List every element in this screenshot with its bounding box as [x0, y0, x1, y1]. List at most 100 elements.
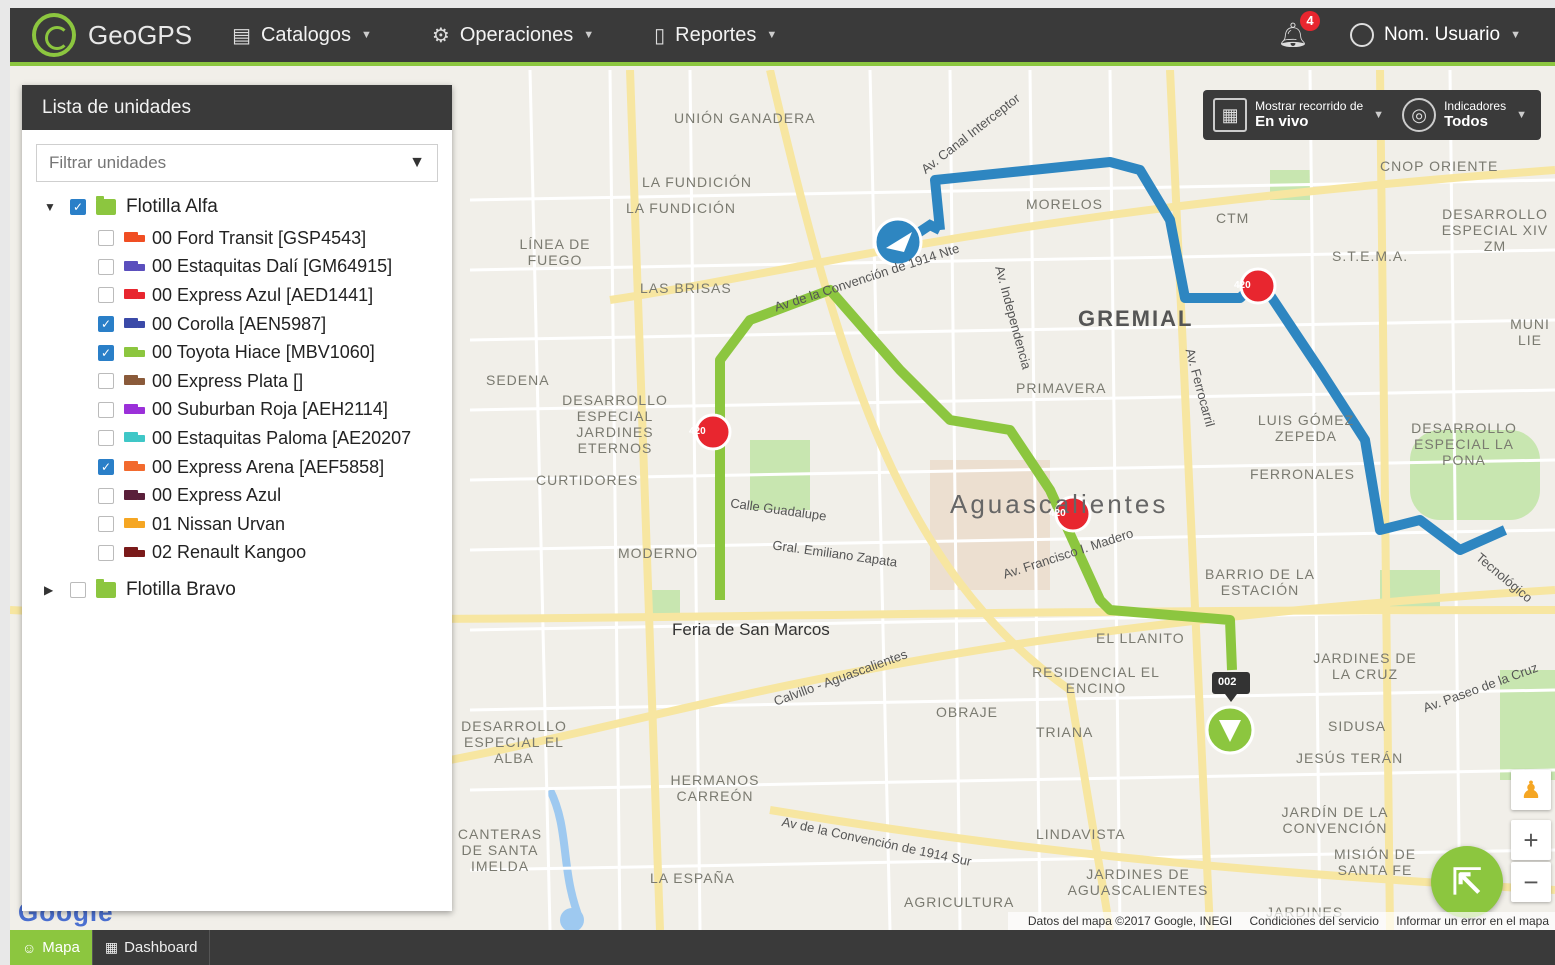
map-label: BARRIO DE LA ESTACIÓN: [1204, 566, 1316, 599]
truck-icon: [124, 232, 146, 244]
unit-label: 02 Renault Kangoo: [152, 542, 307, 563]
filter-funnel-icon[interactable]: ▼: [409, 154, 425, 172]
map-label: LINDAVISTA: [1036, 826, 1126, 842]
map-label: LUIS GÓMEZ ZEPEDA: [1257, 412, 1355, 445]
street-view-pegman-icon[interactable]: ♟: [1511, 770, 1551, 810]
truck-icon: [124, 375, 146, 387]
route-mode-dropdown[interactable]: ▦ Mostrar recorrido de En vivo ▼: [1213, 98, 1384, 132]
tab-mapa[interactable]: ☺ Mapa: [10, 930, 93, 965]
map-label: UNIÓN GANADERA: [674, 110, 816, 126]
user-menu[interactable]: Nom. Usuario ▼: [1349, 23, 1521, 47]
unit-row[interactable]: 00 Express Azul [AED1441]: [22, 281, 452, 310]
map-label: CNOP ORIENTE: [1380, 158, 1499, 174]
person-icon: ☺: [22, 939, 37, 956]
map-label: JESÚS TERÁN: [1296, 750, 1404, 766]
unit-checkbox[interactable]: [98, 516, 114, 533]
speed-marker[interactable]: 420: [1049, 508, 1066, 519]
app-logo[interactable]: GeoGPS: [32, 13, 192, 57]
map-label: CANTERAS DE SANTA IMELDA: [457, 826, 543, 875]
map-controls: ▦ Mostrar recorrido de En vivo ▼ ◎ Indic…: [1203, 90, 1541, 140]
map-label: MISIÓN DE SANTA FE: [1333, 846, 1417, 879]
unit-row[interactable]: 01 Nissan Urvan: [22, 510, 452, 539]
filter-units-input[interactable]: [49, 153, 410, 173]
unit-row[interactable]: 00 Ford Transit [GSP4543]: [22, 224, 452, 253]
nav-catalogos[interactable]: ▤ Catalogos ▼: [232, 23, 372, 48]
unit-checkbox[interactable]: [98, 430, 114, 447]
truck-icon: [124, 403, 146, 416]
indicators-value: Todos: [1444, 113, 1488, 131]
add-geofence-button[interactable]: ⇱: [1431, 846, 1503, 918]
unit-row[interactable]: ✓ 00 Corolla [AEN5987]: [22, 310, 452, 339]
unit-checkbox[interactable]: [98, 401, 114, 418]
map-label: JARDÍN DE LA CONVENCIÓN: [1281, 804, 1389, 837]
map-label: EL LLANITO: [1096, 630, 1185, 646]
unit-checkbox[interactable]: [98, 487, 114, 504]
unit-checkbox[interactable]: [98, 258, 114, 275]
unit-checkbox[interactable]: ✓: [98, 344, 114, 361]
unit-row[interactable]: 00 Estaquitas Dalí [GM64915]: [22, 253, 452, 282]
poi-label[interactable]: Feria de San Marcos: [672, 620, 830, 640]
truck-icon: [124, 432, 146, 444]
unit-label: 00 Ford Transit [GSP4543]: [152, 227, 367, 248]
nav-operaciones[interactable]: ⚙ Operaciones ▼: [432, 23, 594, 48]
map-data-credit: Datos del mapa ©2017 Google, INEGI: [1027, 914, 1233, 928]
collapse-arrow-icon[interactable]: ▶: [44, 583, 58, 597]
speed-marker[interactable]: 420: [1234, 280, 1251, 291]
unit-row[interactable]: ✓ 00 Toyota Hiace [MBV1060]: [22, 338, 452, 367]
map-label: JARDINES DE LA CRUZ: [1313, 650, 1417, 683]
unit-checkbox[interactable]: ✓: [98, 316, 114, 333]
route-mode-caption: Mostrar recorrido de: [1255, 98, 1364, 113]
group-row-bravo[interactable]: ▶ Flotilla Bravo: [22, 573, 452, 607]
tab-dashboard-label: Dashboard: [124, 939, 198, 956]
unit-row[interactable]: 00 Suburban Roja [AEH2114]: [22, 396, 452, 425]
zoom-in-button[interactable]: +: [1511, 820, 1551, 860]
caret-down-icon: ▼: [1516, 109, 1527, 121]
indicators-dropdown[interactable]: ◎ Indicadores Todos ▼: [1402, 98, 1527, 132]
app-window: UNIÓN GANADERA LA FUNDICIÓN LA FUNDICIÓN…: [10, 8, 1555, 965]
group-row-alfa[interactable]: ▼ ✓ Flotilla Alfa: [22, 190, 452, 224]
document-icon: ▯: [654, 24, 666, 47]
unit-checkbox[interactable]: [98, 287, 114, 304]
nav-reportes[interactable]: ▯ Reportes ▼: [654, 23, 777, 48]
grid-icon: ▦: [104, 939, 119, 955]
unit-checkbox[interactable]: ✓: [98, 459, 114, 476]
unit-checkbox[interactable]: [98, 373, 114, 390]
vehicle-tag[interactable]: 002: [1218, 676, 1236, 688]
notifications-button[interactable]: 🔔︎ 4: [1277, 10, 1320, 50]
filter-box: ▼: [36, 144, 438, 182]
unit-checkbox[interactable]: [98, 230, 114, 247]
unit-label: 00 Suburban Roja [AEH2114]: [152, 399, 388, 420]
unit-row[interactable]: 00 Express Azul: [22, 481, 452, 510]
unit-row[interactable]: 00 Express Plata []: [22, 367, 452, 396]
map-label: TRIANA: [1036, 724, 1094, 740]
unit-label: 00 Express Plata []: [152, 370, 304, 391]
report-error-link[interactable]: Informar un error en el mapa: [1396, 914, 1549, 928]
caret-down-icon: ▼: [1510, 29, 1521, 41]
map-label: AGRICULTURA: [904, 894, 1015, 910]
terms-link[interactable]: Condiciones del servicio: [1250, 914, 1379, 928]
unit-label: 00 Toyota Hiace [MBV1060]: [152, 342, 375, 363]
user-icon: [1349, 23, 1374, 47]
map-label: MODERNO: [618, 545, 699, 561]
map-label: HERMANOS CARREÓN: [670, 772, 760, 805]
notification-badge: 4: [1299, 10, 1320, 31]
unit-row[interactable]: ✓ 00 Express Arena [AEF5858]: [22, 453, 452, 482]
unit-row[interactable]: 02 Renault Kangoo: [22, 539, 452, 568]
truck-icon: [124, 518, 146, 530]
group-checkbox[interactable]: ✓: [70, 199, 86, 215]
speed-marker[interactable]: 420: [689, 426, 706, 437]
map-label: CURTIDORES: [536, 472, 639, 488]
unit-checkbox[interactable]: [98, 544, 114, 561]
zoom-out-button[interactable]: −: [1511, 862, 1551, 902]
unit-row[interactable]: 00 Estaquitas Paloma [AE20207: [22, 424, 452, 453]
map-label: LA FUNDICIÓN: [642, 174, 753, 190]
folder-icon: [96, 579, 116, 599]
expand-arrow-icon[interactable]: ▼: [44, 200, 58, 214]
group-checkbox[interactable]: [70, 582, 86, 599]
tab-dashboard[interactable]: ▦ Dashboard: [93, 930, 211, 965]
map-label: S.T.E.M.A.: [1332, 248, 1409, 264]
clipboard-icon: ▤: [232, 24, 251, 47]
truck-icon: [124, 289, 146, 301]
unit-label: 00 Express Azul: [152, 485, 282, 506]
map-label: DESARROLLO ESPECIAL LA PONA: [1411, 420, 1517, 469]
